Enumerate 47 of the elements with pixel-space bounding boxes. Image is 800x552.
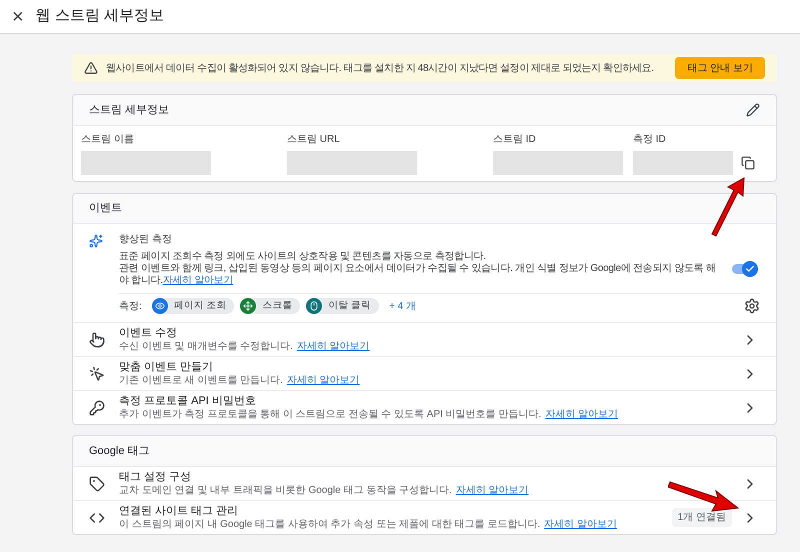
banner-text: 웹사이트에서 데이터 수집이 활성화되어 있지 않습니다. 태그를 설치한 지 48시간이 지났다면 설정이 제대로 되었는지 확인하세요.: [106, 62, 655, 76]
card-title: 이벤트: [89, 201, 122, 216]
row-title: 측정 프로토콜 API 비밀번호: [119, 394, 257, 408]
enhanced-description: 관련 이벤트와 함께 링크, 삽입된 동영상 등의 페이지 요소에서 데이터가 수집될 수 있습니다. 개인 식별 정보가 Google에 전송되지 않도록 해야 합니다.자세히 알아보기: [119, 263, 717, 287]
close-button[interactable]: ×: [12, 6, 24, 26]
learn-more-link[interactable]: 자세히 알아보기: [456, 484, 529, 497]
learn-more-link[interactable]: 자세히 알아보기: [286, 374, 360, 387]
tag-guide-button[interactable]: 태그 안내 보기: [675, 57, 765, 79]
warning-icon: [84, 61, 98, 75]
measure-label: 측정:: [119, 300, 142, 314]
field-label: 측정 ID: [633, 133, 667, 147]
card-title: 스트림 세부정보: [89, 102, 170, 118]
chip-label: 이탈 클릭: [328, 298, 372, 313]
edit-icon[interactable]: [746, 103, 760, 117]
row-description: 교차 도메인 연결 및 내부 트래픽을 비롯한 Google 태그 동작을 구성합니다.: [119, 484, 452, 497]
learn-more-link[interactable]: 자세히 알아보기: [544, 518, 617, 531]
copy-icon[interactable]: [741, 156, 755, 170]
chip-label: 페이지 조회: [174, 298, 226, 313]
check-icon: [745, 264, 755, 274]
tag-icon: [89, 476, 105, 492]
row-title: 맞춤 이벤트 만들기: [119, 360, 214, 374]
field-label: 스트림 이름: [81, 133, 135, 147]
hand-pointer-icon: [89, 332, 105, 348]
row-title: 태그 설정 구성: [119, 470, 192, 484]
row-title: 연결된 사이트 태그 관리: [119, 504, 240, 518]
page-title: 웹 스트림 세부정보: [36, 6, 164, 26]
settings-icon[interactable]: [744, 298, 760, 314]
sparkles-icon: [89, 234, 103, 248]
field-label: 스트림 URL: [287, 133, 341, 147]
toggle-switch[interactable]: [732, 264, 756, 274]
chip-label: 스크롤: [262, 298, 292, 313]
connected-count-badge: 1개 연결됨: [672, 508, 732, 527]
row-title: 이벤트 수정: [119, 326, 178, 340]
more-link[interactable]: + 4 개: [389, 298, 416, 314]
row-description: 기존 이벤트로 새 이벤트를 만듭니다.: [119, 374, 283, 387]
learn-more-link[interactable]: 자세히 알아보기: [162, 275, 234, 286]
enhanced-description: 표준 페이지 조회수 측정 외에도 사이트의 상호작용 및 콘텐츠를 자동으로 측정합니다.: [119, 251, 487, 263]
key-icon: [89, 400, 105, 416]
row-description: 수신 이벤트 및 매개변수를 수정합니다.: [119, 340, 293, 353]
cursor-click-icon: [89, 366, 105, 382]
learn-more-link[interactable]: 자세히 알아보기: [545, 408, 618, 421]
card-title: Google 태그: [89, 444, 150, 459]
field-label: 스트림 ID: [493, 133, 537, 147]
learn-more-link[interactable]: 자세히 알아보기: [296, 340, 370, 353]
row-description: 이 스트림의 페이지 내 Google 태그를 사용하여 추가 속성 또는 제품에 대한 태그를 로드합니다.: [119, 518, 540, 531]
enhanced-title: 향상된 측정: [119, 233, 173, 247]
row-description: 추가 이벤트가 측정 프로토콜을 통해 이 스트림으로 전송될 수 있도록 API 비밀번호를 만듭니다.: [119, 408, 542, 421]
